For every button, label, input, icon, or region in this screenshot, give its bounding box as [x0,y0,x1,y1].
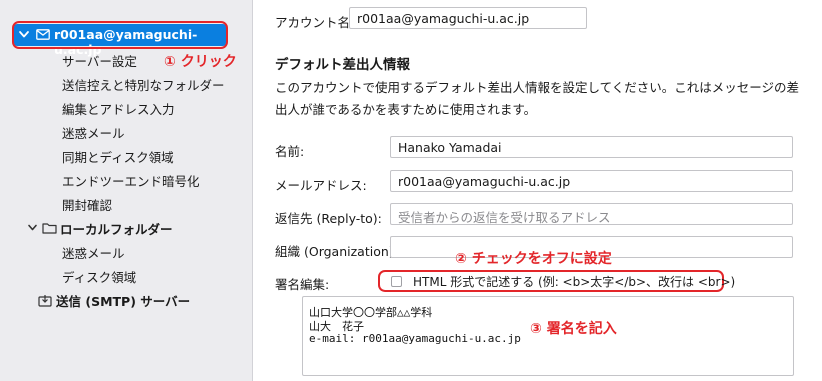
sidebar-item-return-receipts[interactable]: 開封確認 [62,195,112,214]
section-description: このアカウントで使用するデフォルト差出人情報を設定してください。これはメッセージ… [275,80,800,117]
sidebar-account-row[interactable]: r001aa@yamaguchi-u.ac.jp [12,21,228,57]
account-name-input[interactable]: r001aa@yamaguchi-u.ac.jp [349,7,587,29]
smtp-label[interactable]: 送信 (SMTP) サーバー [56,291,190,310]
replyto-label: 返信先 (Reply-to): [275,211,382,226]
html-signature-checkbox-label[interactable]: HTML 形式で記述する (例: <b>太字</b>、改行は <br>) [413,273,735,290]
sidebar-item-e2e-encryption[interactable]: エンドツーエンド暗号化 [62,171,200,190]
click-annotation: ① クリック [164,54,237,70]
sidebar-item-junk[interactable]: 迷惑メール [62,123,125,142]
sidebar-item-server-settings[interactable]: サーバー設定 [62,51,137,70]
replyto-input[interactable]: 受信者からの返信を受け取るアドレス [390,203,793,225]
chevron-down-icon[interactable] [26,221,39,234]
folder-icon [42,223,57,234]
signature-annotation: ③ 署名を記入 [530,321,617,337]
email-input[interactable]: r001aa@yamaguchi-u.ac.jp [390,170,793,192]
name-input[interactable]: Hanako Yamadai [390,136,793,158]
signature-line-3: e-mail: r001aa@yamaguchi-u.ac.jp [309,332,521,345]
name-label: 名前: [275,144,305,159]
organization-label: 組織 (Organization): [275,244,398,259]
sidebar-item-composition[interactable]: 編集とアドレス入力 [62,99,175,118]
uncheck-annotation: ② チェックをオフに設定 [455,251,612,267]
local-folders-label[interactable]: ローカルフォルダー [60,219,173,238]
html-signature-checkbox[interactable] [391,276,402,287]
account-name-label: アカウント名: [275,15,355,30]
sidebar-smtp-server[interactable]: 送信 (SMTP) サーバー [26,291,236,309]
sidebar-item-local-storage[interactable]: ディスク領域 [62,267,136,286]
outgoing-server-icon [38,295,52,307]
account-sidebar: r001aa@yamaguchi-u.ac.jp ① クリック サーバー設定 送… [0,0,253,381]
click-annotation-frame [12,21,228,49]
sidebar-item-local-junk[interactable]: 迷惑メール [62,243,125,262]
email-label: メールアドレス: [275,178,367,193]
signature-label: 署名編集: [275,277,330,292]
sidebar-local-folders[interactable]: ローカルフォルダー [26,219,226,237]
section-title: デフォルト差出人情報 [275,57,410,73]
sidebar-item-sync-storage[interactable]: 同期とディスク領域 [62,147,174,166]
sidebar-item-copies-folders[interactable]: 送信控えと特別なフォルダー [62,75,225,94]
